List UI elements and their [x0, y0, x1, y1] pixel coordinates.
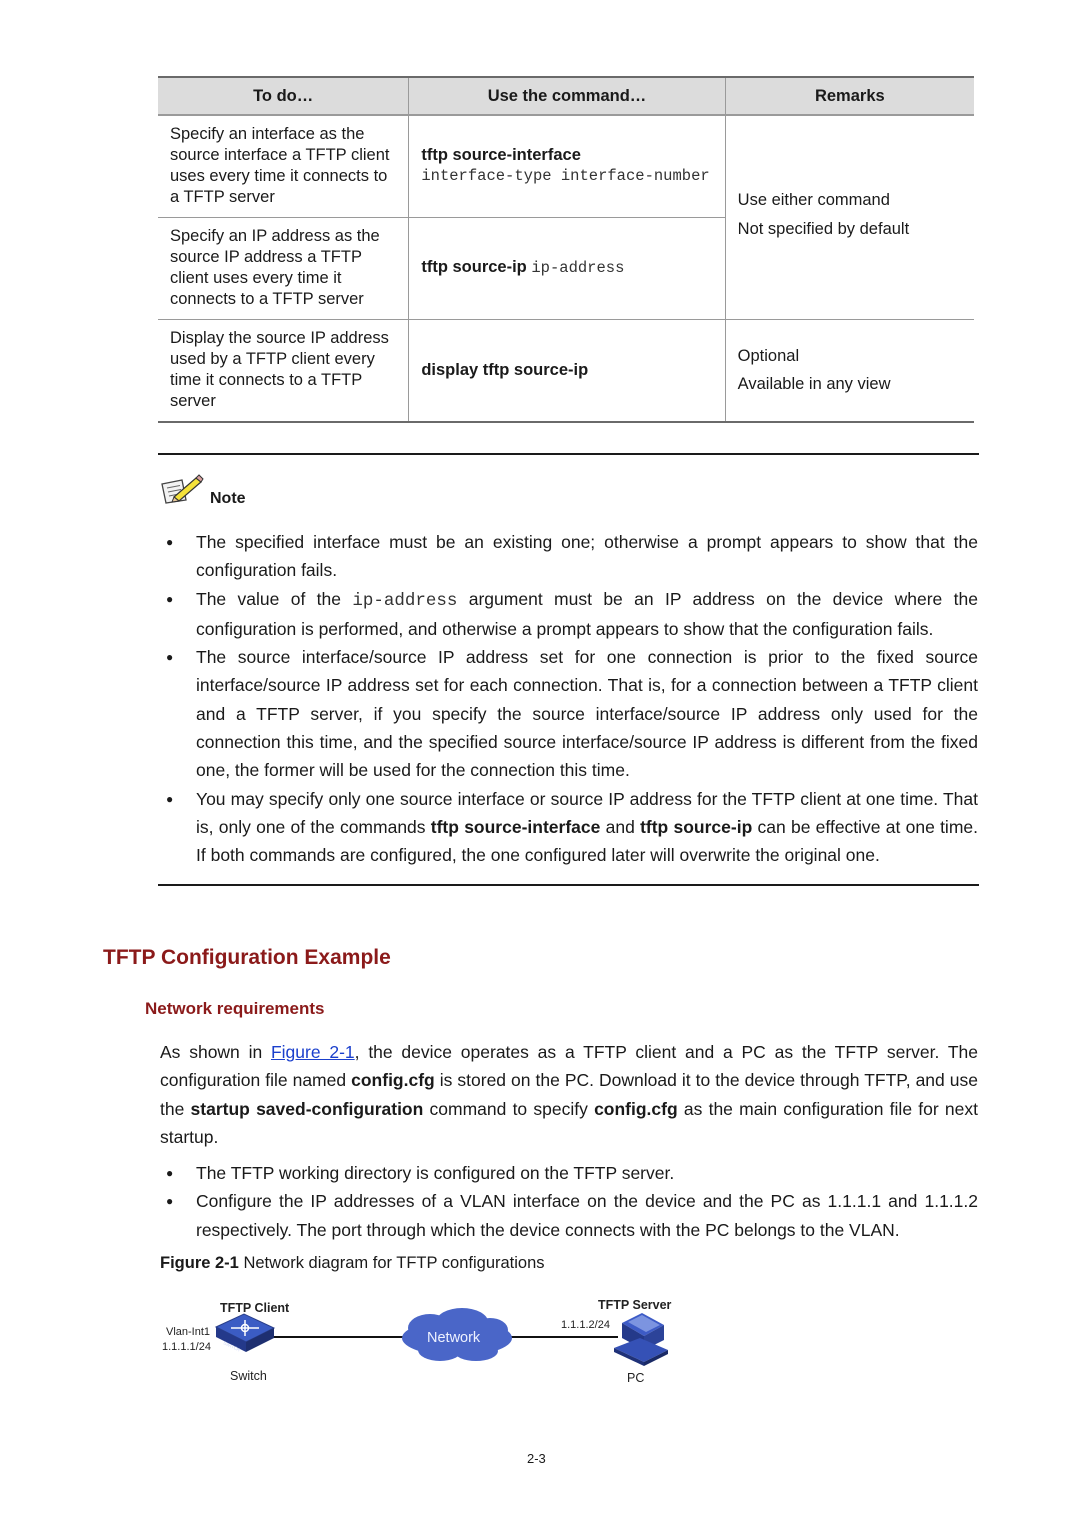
client-title: TFTP Client: [220, 1301, 290, 1315]
client-interface-label: Vlan-Int1: [166, 1326, 211, 1338]
client-ip-label: 1.1.1.1/24: [162, 1341, 211, 1353]
switch-label: Switch: [230, 1369, 267, 1383]
server-title: TFTP Server: [598, 1298, 672, 1312]
pc-icon: [614, 1313, 668, 1366]
pc-label: PC: [627, 1371, 645, 1385]
switch-icon: SWITCH: [214, 1313, 276, 1352]
network-label: Network: [427, 1330, 481, 1346]
diagram-graphics: SWITCH: [214, 1308, 668, 1366]
server-ip-label: 1.1.1.2/24: [561, 1319, 610, 1331]
page-number: 2-3: [527, 1451, 546, 1466]
